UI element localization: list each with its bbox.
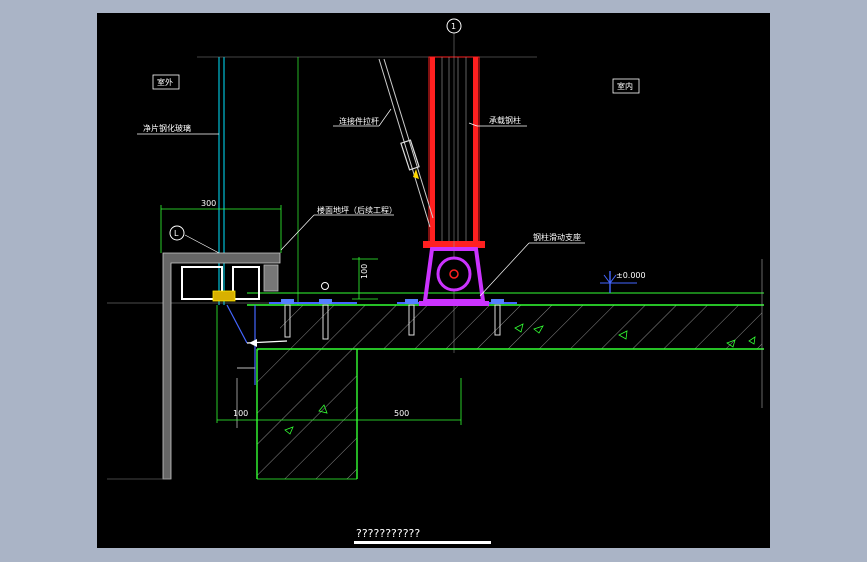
label-elevation: ±0.000 (616, 271, 646, 280)
grid-label-top: 1 (451, 22, 456, 31)
svg-text:室外: 室外 (157, 77, 173, 87)
label-support: 钢柱滑动支座 (533, 232, 581, 242)
grid-label-left: L (174, 229, 179, 238)
drawing-canvas: 1 L 室外 室内 净片钢化玻璃 连接件拉杆 承载钢柱 楼面地坪（后续工程） 钢… (97, 13, 770, 548)
label-indoor: 室内 (612, 78, 640, 94)
concrete-slab (107, 259, 764, 480)
drawing-title-text: ??????????? (356, 527, 420, 540)
label-floor: 楼面地坪（后续工程） (317, 205, 397, 215)
grid-bubble-left: L (169, 225, 185, 241)
dim-100-bottom: 100 (233, 409, 248, 418)
cad-section-drawing: 1 L 室外 室内 净片钢化玻璃 连接件拉杆 承载钢柱 楼面地坪（后续工程） 钢… (107, 18, 764, 544)
label-glass: 净片钢化玻璃 (143, 123, 191, 133)
dim-300: 300 (201, 199, 216, 208)
label-rod: 连接件拉杆 (339, 116, 379, 126)
dim-500: 500 (394, 409, 409, 418)
dim-100-vertical: 100 (360, 264, 369, 279)
label-steel-column: 承载钢柱 (489, 115, 521, 125)
svg-text:室内: 室内 (617, 81, 633, 91)
label-outdoor: 室外 (152, 74, 180, 90)
grid-bubble-top: 1 (446, 18, 462, 34)
drawing-title: ??????????? (354, 527, 491, 544)
tie-rod (378, 58, 434, 228)
edge-cover (107, 252, 281, 480)
